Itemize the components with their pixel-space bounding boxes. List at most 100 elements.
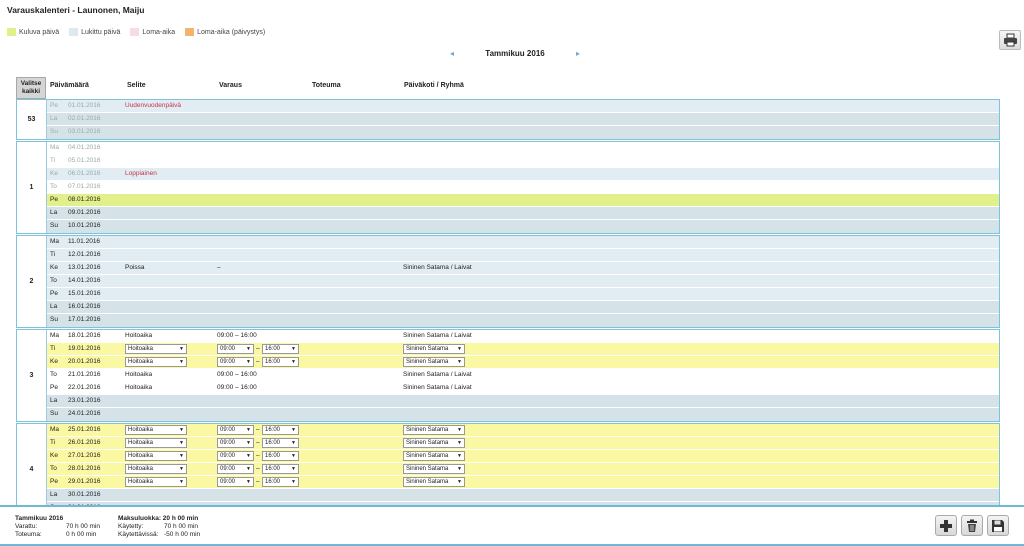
- paivakoti-select[interactable]: Sininen Satama ▼: [403, 344, 465, 354]
- day-row[interactable]: To 28.01.2016 Hoitoaika ▼ 09:00 ▼ –16:00 ▼ Sinin…: [47, 463, 999, 476]
- selite-select[interactable]: Hoitoaika ▼: [125, 425, 187, 435]
- footer-toteuma-value: 0 h 00 min: [66, 531, 97, 538]
- start-time-select[interactable]: 09:00 ▼: [217, 464, 254, 474]
- print-button[interactable]: [999, 30, 1021, 50]
- start-time-select[interactable]: 09:00 ▼: [217, 477, 254, 487]
- chevron-down-icon: ▼: [291, 466, 296, 472]
- varaus-time: 09:00 – 16:00: [217, 384, 257, 391]
- day-row[interactable]: Ma 18.01.2016 Hoitoaika 09:00 – 16:00 Sinine…: [47, 330, 999, 343]
- start-time-select[interactable]: 09:00 ▼: [217, 451, 254, 461]
- end-time-select[interactable]: 16:00 ▼: [262, 464, 299, 474]
- save-button[interactable]: [987, 515, 1009, 536]
- chevron-down-icon: ▼: [457, 479, 462, 485]
- date: 19.01.2016: [68, 345, 101, 352]
- paivakoti-select[interactable]: Sininen Satama ▼: [403, 477, 465, 487]
- weekday: To: [50, 183, 57, 190]
- start-time-select[interactable]: 09:00 ▼: [217, 344, 254, 354]
- day-row[interactable]: La 23.01.2016: [47, 395, 999, 408]
- day-row[interactable]: Pe 08.01.2016: [47, 194, 999, 207]
- day-row[interactable]: Su 03.01.2016: [47, 126, 999, 139]
- selite-select[interactable]: Hoitoaika ▼: [125, 344, 187, 354]
- date: 03.01.2016: [68, 128, 101, 135]
- start-time-select[interactable]: 09:00 ▼: [217, 425, 254, 435]
- selite-select-value: Hoitoaika: [128, 453, 154, 459]
- add-button[interactable]: [935, 515, 957, 536]
- delete-button[interactable]: [961, 515, 983, 536]
- date: 20.01.2016: [68, 358, 101, 365]
- day-row[interactable]: Ti 12.01.2016: [47, 249, 999, 262]
- week-number[interactable]: 1: [17, 142, 47, 233]
- chevron-down-icon: ▼: [246, 346, 251, 352]
- day-row[interactable]: La 09.01.2016: [47, 207, 999, 220]
- day-row[interactable]: Su 17.01.2016: [47, 314, 999, 327]
- day-row[interactable]: Pe 15.01.2016: [47, 288, 999, 301]
- week-days: Pe 01.01.2016 Uudenvuodenpäivä La 02.01.2016…: [47, 100, 999, 139]
- day-row[interactable]: Ke 27.01.2016 Hoitoaika ▼ 09:00 ▼ –16:00 ▼ Sinin…: [47, 450, 999, 463]
- selite-select[interactable]: Hoitoaika ▼: [125, 357, 187, 367]
- day-row[interactable]: Ma 11.01.2016: [47, 236, 999, 249]
- day-row[interactable]: Pe 01.01.2016 Uudenvuodenpäivä: [47, 100, 999, 113]
- end-time-select[interactable]: 16:00 ▼: [262, 438, 299, 448]
- select-all-button[interactable]: Valitse kaikki: [16, 77, 46, 99]
- day-row[interactable]: Pe 22.01.2016 Hoitoaika 09:00 – 16:00 Sinine…: [47, 382, 999, 395]
- chevron-down-icon: ▼: [179, 427, 184, 433]
- prev-month-icon[interactable]: ◂: [450, 49, 454, 58]
- end-time-select[interactable]: 16:00 ▼: [262, 451, 299, 461]
- date: 09.01.2016: [68, 209, 101, 216]
- week-number[interactable]: 4: [17, 424, 47, 515]
- paivakoti-select[interactable]: Sininen Satama ▼: [403, 438, 465, 448]
- week-number[interactable]: 53: [17, 100, 47, 139]
- day-row[interactable]: Ti 26.01.2016 Hoitoaika ▼ 09:00 ▼ –16:00 ▼ Sinin…: [47, 437, 999, 450]
- chevron-down-icon: ▼: [179, 466, 184, 472]
- end-time-select[interactable]: 16:00 ▼: [262, 344, 299, 354]
- paivakoti-select-value: Sininen Satama: [406, 359, 449, 365]
- selite: Poissa: [125, 264, 145, 271]
- day-row[interactable]: To 07.01.2016: [47, 181, 999, 194]
- start-time-select[interactable]: 09:00 ▼: [217, 438, 254, 448]
- paivakoti-select[interactable]: Sininen Satama ▼: [403, 425, 465, 435]
- time-separator: –: [256, 426, 260, 433]
- selite-select[interactable]: Hoitoaika ▼: [125, 438, 187, 448]
- date: 06.01.2016: [68, 170, 101, 177]
- end-time-select-value: 16:00: [265, 453, 281, 459]
- day-row[interactable]: Ti 05.01.2016: [47, 155, 999, 168]
- day-row[interactable]: To 21.01.2016 Hoitoaika 09:00 – 16:00 Sinine…: [47, 369, 999, 382]
- day-row[interactable]: To 14.01.2016: [47, 275, 999, 288]
- week-number[interactable]: 3: [17, 330, 47, 421]
- holiday-name: Uudenvuodenpäivä: [125, 102, 182, 109]
- day-row[interactable]: La 30.01.2016: [47, 489, 999, 502]
- next-month-icon[interactable]: ▸: [576, 49, 580, 58]
- paivakoti-select[interactable]: Sininen Satama ▼: [403, 464, 465, 474]
- paivakoti-select[interactable]: Sininen Satama ▼: [403, 451, 465, 461]
- day-row[interactable]: Ke 06.01.2016 Loppiainen: [47, 168, 999, 181]
- selite-select[interactable]: Hoitoaika ▼: [125, 464, 187, 474]
- end-time-select[interactable]: 16:00 ▼: [262, 477, 299, 487]
- printer-icon: [1003, 33, 1017, 47]
- day-row[interactable]: Su 24.01.2016: [47, 408, 999, 421]
- day-row[interactable]: Ke 13.01.2016 Poissa – Sininen Satama / Laiv…: [47, 262, 999, 275]
- chevron-down-icon: ▼: [291, 479, 296, 485]
- chevron-down-icon: ▼: [457, 440, 462, 446]
- end-time-select[interactable]: 16:00 ▼: [262, 357, 299, 367]
- day-row[interactable]: Su 10.01.2016: [47, 220, 999, 233]
- day-row[interactable]: Ke 20.01.2016 Hoitoaika ▼ 09:00 ▼ –16:00 ▼ Sinin…: [47, 356, 999, 369]
- week-days: Ma 04.01.2016 Ti 05.01.2016 Ke 06.01.2016 Lopp…: [47, 142, 999, 233]
- day-row[interactable]: Pe 29.01.2016 Hoitoaika ▼ 09:00 ▼ –16:00 ▼ Sinin…: [47, 476, 999, 489]
- weekday: La: [50, 115, 58, 122]
- start-time-select-value: 09:00: [220, 427, 236, 433]
- day-row[interactable]: Ma 04.01.2016: [47, 142, 999, 155]
- start-time-select-value: 09:00: [220, 346, 236, 352]
- start-time-select[interactable]: 09:00 ▼: [217, 357, 254, 367]
- day-row[interactable]: Ti 19.01.2016 Hoitoaika ▼ 09:00 ▼ –16:00 ▼ Sinin…: [47, 343, 999, 356]
- paivakoti-select[interactable]: Sininen Satama ▼: [403, 357, 465, 367]
- end-time-select[interactable]: 16:00 ▼: [262, 425, 299, 435]
- day-row[interactable]: Ma 25.01.2016 Hoitoaika ▼ 09:00 ▼ –16:00 ▼ Sinin…: [47, 424, 999, 437]
- chevron-down-icon: ▼: [246, 453, 251, 459]
- date: 08.01.2016: [68, 196, 101, 203]
- day-row[interactable]: La 16.01.2016: [47, 301, 999, 314]
- day-row[interactable]: La 02.01.2016: [47, 113, 999, 126]
- week-number[interactable]: 2: [17, 236, 47, 327]
- time-separator: –: [256, 358, 260, 365]
- selite-select[interactable]: Hoitoaika ▼: [125, 451, 187, 461]
- selite-select[interactable]: Hoitoaika ▼: [125, 477, 187, 487]
